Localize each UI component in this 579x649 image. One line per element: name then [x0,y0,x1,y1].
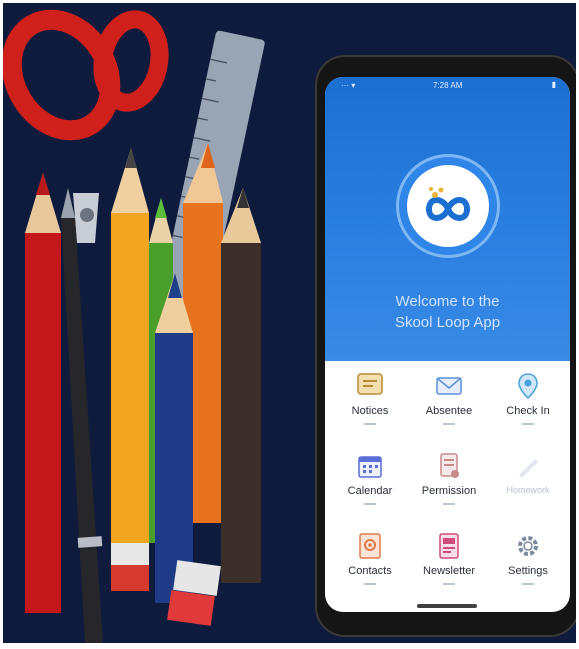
calendar-icon [358,456,382,478]
permission-icon [440,453,459,478]
signal-indicator: ··· ▾ [341,81,356,90]
newsletter-icon [439,533,459,559]
divider [364,583,376,585]
contacts-icon [359,533,381,559]
app-header-banner: ··· ▾ 7:28 AM ▮ Welcome to the Skool Loo… [325,77,570,361]
divider [443,583,455,585]
battery-icon: ▮ [551,80,556,89]
photo-scene: ··· ▾ 7:28 AM ▮ Welcome to the Skool Loo… [3,3,576,643]
divider [443,423,455,425]
menu-label: Absentee [425,405,473,417]
red-pencil [25,173,61,613]
logo-disc [407,165,489,247]
welcome-line-1: Welcome to the [395,293,500,310]
divider [522,423,534,425]
menu-label: Calendar [347,485,393,497]
app-logo [399,157,497,255]
envelope-icon [436,377,462,395]
stationery-illustration [3,9,265,643]
pen [61,188,103,643]
welcome-message: Welcome to the Skool Loop App [345,291,550,333]
location-pin-icon [518,373,538,400]
divider [443,503,455,505]
menu-label: Contacts [348,565,392,577]
menu-item-newsletter[interactable]: Newsletter [410,525,488,603]
menu-item-absentee[interactable]: Absentee [410,365,488,443]
home-indicator[interactable] [417,604,477,608]
divider [364,423,376,425]
menu-label: Newsletter [423,565,475,577]
menu-item-permission[interactable]: Permission [410,445,488,523]
status-time: 7:28 AM [433,81,463,90]
menu-item-homework[interactable]: Homework [489,445,567,523]
homework-icon [519,459,538,478]
infinity-loop-icon [425,187,471,221]
menu-label: Check In [506,405,550,417]
blue-pencil [155,273,193,603]
phone-screen: ··· ▾ 7:28 AM ▮ Welcome to the Skool Loo… [325,77,570,612]
menu-label: Notices [351,405,389,417]
menu-label: Homework [506,485,550,495]
notices-icon [357,373,383,395]
welcome-line-2: Skool Loop App [394,314,501,331]
menu-label: Settings [508,565,548,577]
menu-item-calendar[interactable]: Calendar [331,445,409,523]
yellow-pencil [111,148,149,591]
menu-item-settings[interactable]: Settings [489,525,567,603]
menu-item-notices[interactable]: Notices [331,365,409,443]
menu-item-check-in[interactable]: Check In [489,365,567,443]
menu-grid: Notices Absentee Check In Calendar Permi… [331,365,567,605]
gear-icon [518,536,538,556]
menu-item-contacts[interactable]: Contacts [331,525,409,603]
status-bar: ··· ▾ 7:28 AM ▮ [325,77,570,95]
menu-label: Permission [421,485,477,497]
divider [364,503,376,505]
divider [522,583,534,585]
smartphone: ··· ▾ 7:28 AM ▮ Welcome to the Skool Loo… [315,55,576,637]
